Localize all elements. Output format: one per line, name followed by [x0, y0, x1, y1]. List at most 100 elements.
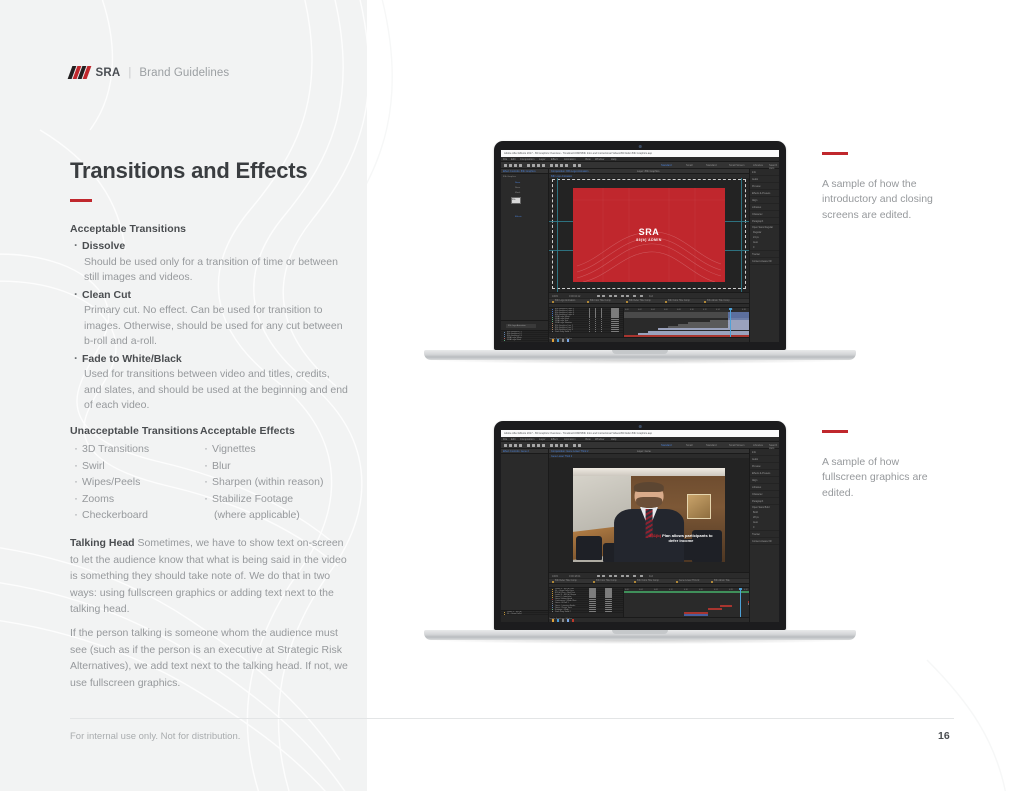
dock-panel-audio[interactable]: Audio — [750, 176, 779, 183]
transition-description: Should be used only for a transition of … — [84, 255, 338, 284]
panel-tab-layer[interactable]: Layer: 83b Graphics — [637, 170, 660, 173]
menu-item-window[interactable]: Window — [595, 438, 604, 441]
dock-panel-info[interactable]: Info — [750, 169, 779, 176]
dock-panel-character-controls[interactable]: Open Sans Regular Regular 24 px Auto 0 — [750, 225, 779, 251]
second-paragraph: If the person talking is someone whom th… — [70, 627, 348, 689]
section-heading-unacceptable-transitions: Unacceptable Transitions — [70, 425, 199, 437]
workspace-small[interactable]: Small — [686, 164, 693, 167]
list-item: Clean Cut Primary cut. No effect. Can be… — [70, 287, 350, 350]
dock-panel-preview[interactable]: Preview — [750, 183, 779, 190]
acceptable-effects-column: Acceptable Effects Vignettes Blur Sharpe… — [200, 425, 360, 524]
composition-panel[interactable]: Composition: 83b Logo Animation Layer: 8… — [549, 169, 749, 342]
menu-item-layer[interactable]: Layer — [539, 158, 546, 161]
dock-panel-paragraph[interactable]: Paragraph — [750, 218, 779, 225]
composition-viewer[interactable]: 83b Logo Animation SRA 83(b) ADMIN 100% … — [549, 174, 749, 298]
menu-item-help[interactable]: Help — [611, 158, 616, 161]
project-panel[interactable]: Effect Controls: 83b Graphics 83b Graphi… — [501, 169, 549, 342]
annotation-fullscreen-graphics: A sample of how fullscreen graphics are … — [822, 430, 942, 501]
timeline-footer[interactable]: Toggle Switches / Modes — [549, 617, 749, 622]
canvas-area[interactable]: SRA 83(b) ADMIN — [549, 178, 749, 292]
list-item: Swirl — [70, 457, 200, 475]
workspace-small-screen[interactable]: Small Screen — [729, 444, 744, 447]
menu-item-file[interactable]: File — [503, 158, 507, 161]
panel-tab-effect-controls[interactable]: Effect Controls: 83b Graphics — [503, 170, 536, 173]
timeline-clip[interactable] — [708, 607, 722, 610]
dock-panel-character[interactable]: Character — [750, 491, 779, 498]
timeline-layer-list[interactable]: Lower 3 - 831(b) Text SL - Gene Defer Li… — [549, 588, 624, 617]
panel-tab-effect-controls[interactable]: Effect Controls: Gene 2 — [503, 450, 529, 453]
dock-panel-libraries[interactable]: Libraries — [750, 484, 779, 491]
menu-item-animation[interactable]: Animation — [564, 158, 576, 161]
timeline-playhead[interactable] — [739, 588, 742, 617]
right-dock-panels[interactable]: Info Audio Preview Effects & Presets Ali… — [749, 449, 779, 622]
panel-tab-composition[interactable]: Composition: Gene Lower Third 2 — [551, 450, 588, 453]
workspace-small[interactable]: Small — [686, 444, 693, 447]
project-panel[interactable]: Effect Controls: Gene 2 Lower 3 - 831(b)… — [501, 449, 549, 622]
dock-panel-align[interactable]: Align — [750, 197, 779, 204]
menu-item-view[interactable]: View — [585, 438, 591, 441]
menu-item-layer[interactable]: Layer — [539, 438, 546, 441]
toolbar[interactable]: Standard Small Standard Small Screen Lib… — [501, 162, 779, 170]
dock-panel-audio[interactable]: Audio — [750, 456, 779, 463]
timeline-layer-row[interactable]: Dark Grey Solid 2 — [549, 611, 623, 613]
dock-panel-content-aware[interactable]: Content-Aware Fill — [750, 258, 779, 265]
menu-item-edit[interactable]: Edit — [511, 438, 515, 441]
timeline-playhead[interactable] — [729, 308, 732, 337]
timeline-panel[interactable]: 83b Graphics Layer 1 83b Graphics Layer … — [549, 304, 749, 342]
menu-item-edit[interactable]: Edit — [511, 158, 515, 161]
panel-tab-layer[interactable]: Layer: Gene — [637, 450, 651, 453]
workspace-body: Effect Controls: Gene 2 Lower 3 - 831(b)… — [501, 449, 779, 622]
menu-item-effect[interactable]: Effect — [551, 438, 558, 441]
toolbar[interactable]: Standard Small Standard Small Screen Lib… — [501, 442, 779, 450]
menu-item-composition[interactable]: Composition — [520, 158, 534, 161]
right-dock-panels[interactable]: Info Audio Preview Effects & Presets Ali… — [749, 169, 779, 342]
workspace-small-screen[interactable]: Small Screen — [729, 164, 744, 167]
dock-panel-tracker[interactable]: Tracker — [750, 531, 779, 538]
menu-item-view[interactable]: View — [585, 158, 591, 161]
composition-panel[interactable]: Composition: Gene Lower Third 2 Layer: G… — [549, 449, 749, 622]
timeline-panel[interactable]: Lower 3 - 831(b) Text SL - Gene Defer Li… — [549, 584, 749, 622]
workspace-standard[interactable]: Standard — [706, 444, 717, 447]
workspace-active[interactable]: Standard — [661, 164, 672, 167]
menu-item-help[interactable]: Help — [611, 438, 616, 441]
dock-panel-preview[interactable]: Preview — [750, 463, 779, 470]
timeline-clip[interactable] — [624, 315, 728, 318]
header-subtitle: Brand Guidelines — [139, 66, 230, 79]
menu-item-composition[interactable]: Composition — [520, 438, 534, 441]
dock-panel-character[interactable]: Character — [750, 211, 779, 218]
sra-title-card: SRA 83(b) ADMIN — [573, 188, 725, 282]
dock-panel-effects-presets[interactable]: Effects & Presets — [750, 470, 779, 477]
dock-panel-tracker[interactable]: Tracker — [750, 251, 779, 258]
composition-viewer[interactable]: Gene Lower Third 2 831(b) Plan allows pa… — [549, 454, 749, 578]
laptop-lid: Adobe After Effects 2017 - 83 Graphics O… — [494, 421, 786, 630]
timeline-layer-list[interactable]: 83b Graphics Layer 1 83b Graphics Layer … — [549, 308, 624, 337]
menu-item-effect[interactable]: Effect — [551, 158, 558, 161]
dock-panel-character-controls[interactable]: Open Sans Bold Bold 28 px Auto 0 — [750, 505, 779, 531]
talking-head-label: Talking Head — [70, 537, 135, 549]
dock-panel-paragraph[interactable]: Paragraph — [750, 498, 779, 505]
panel-tab-composition[interactable]: Composition: 83b Logo Animation — [551, 170, 588, 173]
timeline-clip[interactable] — [684, 614, 708, 617]
menu-item-animation[interactable]: Animation — [564, 438, 576, 441]
workspace-active[interactable]: Standard — [661, 444, 672, 447]
viewer-toolbar[interactable]: 100% 0:00:18:04 Full — [549, 572, 749, 578]
dock-panel-content-aware[interactable]: Content-Aware Fill — [750, 538, 779, 545]
dock-panel-effects-presets[interactable]: Effects & Presets — [750, 190, 779, 197]
dock-panel-libraries[interactable]: Libraries — [750, 204, 779, 211]
ceiling — [573, 468, 725, 477]
canvas-area[interactable]: 831(b) Plan allows participants to defer… — [549, 458, 749, 572]
workspace-libraries[interactable]: Libraries — [753, 444, 763, 447]
timeline-layer-row[interactable]: Dark Grey Solid 1 — [549, 331, 623, 333]
viewer-toolbar[interactable]: 100% 0:00:04:12 Full — [549, 292, 749, 298]
timeline-track-area[interactable]: 0:00 0:04 0:08 0:12 0:16 0:20 0:24 0:28 … — [624, 588, 749, 617]
dock-panel-align[interactable]: Align — [750, 477, 779, 484]
dock-panel-info[interactable]: Info — [750, 449, 779, 456]
app-title-bar: Adobe After Effects 2017 - 83 Graphics O… — [501, 430, 779, 437]
workspace-libraries[interactable]: Libraries — [753, 164, 763, 167]
menu-item-window[interactable]: Window — [595, 158, 604, 161]
timeline-work-area[interactable] — [624, 591, 749, 593]
workspace-standard[interactable]: Standard — [706, 164, 717, 167]
menu-item-file[interactable]: File — [503, 438, 507, 441]
timeline-footer[interactable]: Toggle Switches / Modes — [549, 337, 749, 342]
timeline-track-area[interactable]: 0:00 0:02 0:04 0:06 0:08 0:10 0:12 0:14 … — [624, 308, 749, 337]
